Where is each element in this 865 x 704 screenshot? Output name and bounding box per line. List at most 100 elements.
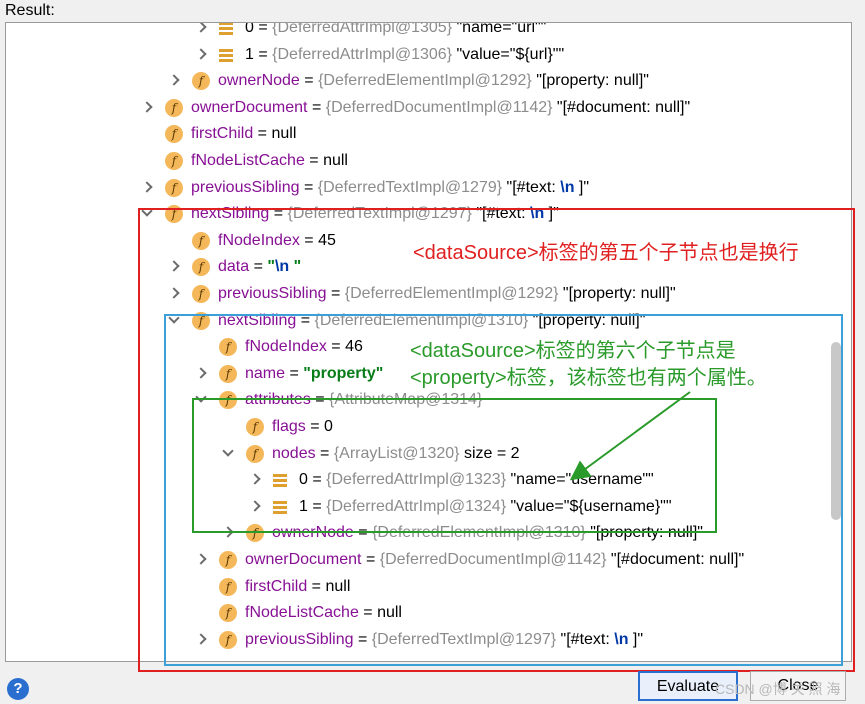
chevron-down-icon[interactable] — [220, 441, 236, 467]
field-value-tail: ]" — [544, 205, 559, 223]
field-name: fNodeIndex — [245, 338, 327, 356]
field-icon: f — [192, 258, 210, 277]
chevron-right-icon[interactable] — [247, 494, 263, 520]
tree-row-text: previousSibling = {DeferredElementImpl@1… — [218, 281, 676, 307]
tree-row-text: fNodeListCache = null — [191, 148, 348, 174]
tree-row[interactable]: f previousSibling = {DeferredTextImpl@129… — [6, 627, 846, 653]
field-icon: f — [165, 205, 183, 224]
chevron-right-icon[interactable] — [193, 23, 209, 41]
field-value: null — [377, 604, 402, 622]
field-value: null — [271, 125, 297, 143]
field-value: null — [325, 577, 351, 595]
field-value: 45 — [318, 231, 336, 249]
list-element-icon — [273, 499, 287, 514]
equals-sign: = — [326, 338, 346, 356]
field-value: "[#text: — [476, 205, 531, 223]
vertical-scrollbar[interactable] — [831, 342, 841, 520]
chevron-down-icon[interactable] — [139, 201, 155, 227]
field-value: "name="username"" — [510, 471, 654, 489]
object-ref: {DeferredTextImpl@1297} — [371, 630, 557, 648]
field-icon: f — [165, 152, 183, 170]
tree-row[interactable]: f nextSibling = {DeferredTextImpl@1297} "… — [6, 201, 846, 227]
tree-row[interactable]: f firstChild = null — [6, 574, 846, 600]
field-name: fNodeListCache — [245, 604, 359, 622]
field-name: flags — [272, 418, 306, 435]
object-ref: {DeferredElementImpl@1292} — [344, 285, 559, 302]
tree-row[interactable]: 1 = {DeferredAttrImpl@1306} "value="${ur… — [6, 42, 846, 68]
tree-row[interactable]: f firstChild = null — [6, 121, 846, 147]
tree-row[interactable]: f previousSibling = {DeferredTextImpl@127… — [6, 175, 846, 201]
field-value: "[property: null]" — [536, 72, 649, 90]
chevron-right-icon[interactable] — [193, 627, 209, 653]
tree-row-text: fNodeListCache = null — [245, 600, 402, 626]
field-name: previousSibling — [218, 285, 327, 302]
equals-sign: = — [299, 72, 319, 90]
field-name: 1 — [245, 45, 254, 63]
equals-sign: = — [310, 391, 330, 409]
tree-row[interactable]: f nextSibling = {DeferredElementImpl@1310… — [6, 308, 846, 334]
field-name: ownerNode — [218, 72, 300, 90]
object-ref: {DeferredElementImpl@1310} — [314, 311, 529, 329]
object-ref: {DeferredElementImpl@1292} — [318, 72, 532, 90]
equals-sign: = — [305, 418, 325, 435]
chevron-right-icon[interactable] — [166, 68, 182, 94]
string-value: " — [267, 258, 275, 276]
chevron-right-icon[interactable] — [193, 547, 209, 573]
equals-sign: = — [326, 285, 345, 302]
tree-row[interactable]: f ownerNode = {DeferredElementImpl@1310} … — [6, 520, 846, 546]
tree-row[interactable]: f ownerDocument = {DeferredDocumentImpl@1… — [6, 95, 846, 121]
field-value: "[#document: null]" — [610, 551, 745, 568]
tree-row[interactable]: 1 = {DeferredAttrImpl@1324} "value="${us… — [6, 494, 846, 520]
field-icon: f — [219, 577, 237, 596]
chevron-right-icon[interactable] — [166, 281, 182, 307]
equals-sign: = — [353, 524, 373, 542]
tree-row-text: firstChild = null — [191, 121, 296, 147]
help-icon[interactable]: ? — [7, 678, 29, 700]
field-value: "value="${username}"" — [510, 497, 672, 515]
field-value: size = 2 — [463, 444, 520, 462]
chevron-right-icon[interactable] — [220, 520, 236, 546]
tree-row-text: ownerDocument = {DeferredDocumentImpl@11… — [245, 547, 744, 573]
tree-row[interactable]: f ownerDocument = {DeferredDocumentImpl@1… — [6, 547, 846, 573]
field-icon: f — [165, 178, 183, 197]
chevron-right-icon[interactable] — [193, 361, 209, 387]
object-ref: {DeferredDocumentImpl@1142} — [379, 551, 607, 568]
chevron-right-icon[interactable] — [139, 95, 155, 121]
chevron-down-icon[interactable] — [193, 387, 209, 413]
field-icon: f — [219, 551, 237, 569]
tree-row[interactable]: f previousSibling = {DeferredElementImpl@… — [6, 281, 846, 307]
tree-row[interactable]: f flags = 0 — [6, 414, 846, 440]
equals-sign: = — [269, 205, 288, 223]
tree-row[interactable]: f fNodeListCache = null — [6, 600, 846, 626]
string-value: "property" — [303, 364, 384, 382]
field-name: 0 — [245, 22, 254, 36]
object-ref: {DeferredAttrImpl@1306} — [272, 45, 453, 63]
tree-row[interactable]: f fNodeListCache = null — [6, 148, 846, 174]
tree-row[interactable]: 0 = {DeferredAttrImpl@1323} "name="usern… — [6, 467, 846, 493]
field-icon: f — [192, 231, 210, 250]
tree-row-text: firstChild = null — [245, 574, 350, 600]
field-name: ownerNode — [272, 524, 354, 542]
chevron-right-icon[interactable] — [139, 175, 155, 201]
field-value: null — [323, 152, 348, 169]
tree-row[interactable]: f ownerNode = {DeferredElementImpl@1292} … — [6, 68, 846, 94]
tree-row-text: previousSibling = {DeferredTextImpl@1279… — [191, 175, 589, 201]
chevron-down-icon[interactable] — [166, 308, 182, 334]
field-icon: f — [219, 338, 237, 357]
tree-row-text: 0 = {DeferredAttrImpl@1323} "name="usern… — [299, 467, 654, 493]
field-name: nextSibling — [191, 205, 270, 223]
field-icon: f — [165, 98, 183, 117]
tree-row[interactable]: 0 = {DeferredAttrImpl@1305} "name="url"" — [6, 22, 846, 41]
field-icon: f — [192, 311, 210, 330]
escape-sequence: \n — [530, 205, 545, 223]
list-element-icon — [219, 23, 233, 35]
equals-sign: = — [353, 630, 372, 648]
chevron-right-icon[interactable] — [166, 254, 182, 280]
chevron-right-icon[interactable] — [247, 467, 263, 493]
result-label: Result: — [5, 2, 55, 19]
field-name: nodes — [272, 444, 316, 462]
chevron-right-icon[interactable] — [193, 42, 209, 68]
tree-row-text: nodes = {ArrayList@1320} size = 2 — [272, 441, 520, 467]
tree-row[interactable]: f nodes = {ArrayList@1320} size = 2 — [6, 441, 846, 467]
field-value: "[property: null]" — [590, 524, 703, 542]
